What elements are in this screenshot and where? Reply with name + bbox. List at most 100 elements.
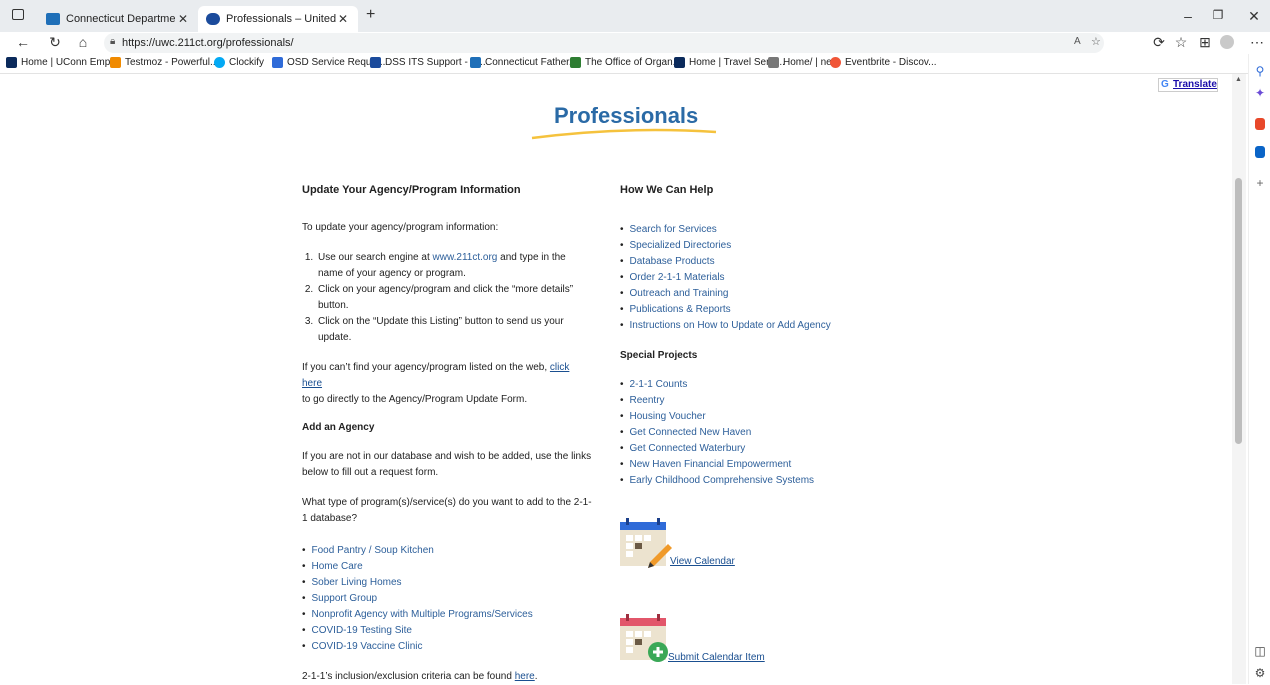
travel-icon <box>674 57 685 68</box>
translate-button[interactable]: G Translate <box>1158 78 1218 92</box>
calendar-add-icon <box>620 614 668 662</box>
help-link[interactable]: Publications & Reports <box>620 302 900 318</box>
tab-title: Professionals – United Way of Co <box>226 13 336 25</box>
help-link[interactable]: Database Products <box>620 254 900 270</box>
program-links: Food Pantry / Soup Kitchen Home Care Sob… <box>302 543 592 655</box>
close-tab-icon[interactable]: ✕ <box>176 12 190 26</box>
step-item: Click on your agency/program and click t… <box>316 282 592 314</box>
bookmark-item[interactable]: Home | UConn Emp... <box>6 57 119 68</box>
special-links: 2-1-1 Counts Reentry Housing Voucher Get… <box>620 377 900 489</box>
refresh-icon[interactable]: ↻ <box>46 34 64 51</box>
program-link[interactable]: COVID-19 Vaccine Clinic <box>302 639 592 655</box>
cant-find-text: If you can’t find your agency/program li… <box>302 362 570 405</box>
extensions-icon[interactable]: ⟳ <box>1150 34 1168 51</box>
view-calendar-block[interactable]: View Calendar <box>620 516 740 570</box>
special-link[interactable]: New Haven Financial Empowerment <box>620 457 900 473</box>
profile-avatar[interactable] <box>1220 35 1234 49</box>
close-window-icon[interactable]: ✕ <box>1244 8 1264 25</box>
osd-icon <box>272 57 283 68</box>
bookmarks-bar: Home | UConn Emp... Testmoz - Powerful..… <box>0 54 1270 74</box>
address-bar[interactable]: 🔒︎ https://uwc.211ct.org/professionals/ … <box>104 33 1104 53</box>
google-g-icon: G <box>1161 79 1169 90</box>
bookmark-item[interactable]: OSD Service Reque... <box>272 57 385 68</box>
submit-calendar-block[interactable]: Submit Calendar Item <box>620 612 780 666</box>
update-steps: Use our search engine at www.211ct.org a… <box>302 250 592 346</box>
bookmark-item[interactable]: Connecticut Father... <box>470 57 577 68</box>
bookmark-item[interactable]: Testmoz - Powerful... <box>110 57 218 68</box>
clockify-icon <box>214 57 225 68</box>
program-link[interactable]: Nonprofit Agency with Multiple Programs/… <box>302 607 592 623</box>
home-icon[interactable]: ⌂ <box>74 34 92 50</box>
criteria-text: 2-1-1’s inclusion/exclusion criteria can… <box>302 671 538 682</box>
settings-gear-icon[interactable]: ⚙ <box>1253 666 1267 680</box>
uconn-icon <box>6 57 17 68</box>
program-link[interactable]: COVID-19 Testing Site <box>302 623 592 639</box>
program-link[interactable]: Sober Living Homes <box>302 575 592 591</box>
tab-professionals[interactable]: Professionals – United Way of Co ✕ <box>198 6 358 32</box>
program-link[interactable]: Food Pantry / Soup Kitchen <box>302 543 592 559</box>
outlook-icon[interactable] <box>1255 146 1265 158</box>
program-link[interactable]: Home Care <box>302 559 592 575</box>
help-link[interactable]: Specialized Directories <box>620 238 900 254</box>
update-heading: Update Your Agency/Program Information <box>302 184 521 196</box>
add-icon[interactable]: + <box>1253 176 1267 190</box>
special-projects-heading: Special Projects <box>620 350 698 361</box>
read-aloud-icon[interactable]: A <box>1074 36 1081 47</box>
restore-icon[interactable]: ❐ <box>1208 8 1228 22</box>
collections-icon[interactable]: ⊞ <box>1196 34 1214 51</box>
bookmark-item[interactable]: Clockify <box>214 57 264 68</box>
new-tab-icon[interactable]: + <box>366 6 375 24</box>
right-column: How We Can Help Search for Services Spec… <box>620 184 900 489</box>
scrollbar[interactable]: ▲ <box>1232 74 1246 684</box>
title-swoosh <box>531 128 717 140</box>
united-way-favicon-icon <box>206 13 220 25</box>
help-link[interactable]: Search for Services <box>620 222 900 238</box>
favorite-star-icon[interactable]: ☆ <box>1091 35 1101 48</box>
nefc-icon <box>768 57 779 68</box>
testmoz-icon <box>110 57 121 68</box>
help-links: Search for Services Specialized Director… <box>620 222 900 334</box>
back-icon[interactable]: ← <box>14 34 32 50</box>
sidebar-toggle-icon[interactable]: ◫ <box>1253 644 1267 658</box>
special-link[interactable]: Get Connected Waterbury <box>620 441 900 457</box>
submit-calendar-link[interactable]: Submit Calendar Item <box>668 652 765 663</box>
browser-tab-strip: Connecticut Department of Soci ✕ Profess… <box>0 0 1270 32</box>
special-link[interactable]: Get Connected New Haven <box>620 425 900 441</box>
bookmark-item[interactable]: The Office of Organ... <box>570 57 681 68</box>
copilot-icon[interactable]: ✦ <box>1253 86 1267 100</box>
favorites-icon[interactable]: ☆ <box>1172 34 1190 51</box>
more-menu-icon[interactable]: ⋯ <box>1248 34 1266 51</box>
office-icon[interactable] <box>1255 118 1265 130</box>
help-link[interactable]: Instructions on How to Update or Add Age… <box>620 318 900 334</box>
step-item: Click on the “Update this Listing” butto… <box>316 314 592 346</box>
211ct-link[interactable]: www.211ct.org <box>433 252 498 263</box>
special-link[interactable]: Housing Voucher <box>620 409 900 425</box>
view-calendar-link[interactable]: View Calendar <box>670 556 735 567</box>
special-link[interactable]: Reentry <box>620 393 900 409</box>
scroll-up-icon[interactable]: ▲ <box>1235 76 1242 83</box>
program-link[interactable]: Support Group <box>302 591 592 607</box>
left-column: Update Your Agency/Program Information T… <box>302 184 592 685</box>
bookmark-item[interactable]: Eventbrite - Discov... <box>830 57 937 68</box>
help-link[interactable]: Outreach and Training <box>620 286 900 302</box>
scrollbar-thumb[interactable] <box>1235 178 1242 444</box>
criteria-here-link[interactable]: here <box>515 671 535 682</box>
calendar-pencil-icon <box>620 518 672 568</box>
tab-actions-icon[interactable] <box>12 9 24 20</box>
office-organ-icon <box>570 57 581 68</box>
special-link[interactable]: Early Childhood Comprehensive Systems <box>620 473 900 489</box>
close-tab-icon[interactable]: ✕ <box>336 12 350 26</box>
tab-dss[interactable]: Connecticut Department of Soci ✕ <box>38 6 198 32</box>
search-icon[interactable]: ⚲ <box>1253 64 1267 78</box>
url-text: https://uwc.211ct.org/professionals/ <box>122 37 294 49</box>
dss-favicon-icon <box>46 13 60 25</box>
lock-icon: 🔒︎ <box>110 36 116 47</box>
eventbrite-icon <box>830 57 841 68</box>
help-link[interactable]: Order 2-1-1 Materials <box>620 270 900 286</box>
minimize-icon[interactable]: – <box>1178 8 1198 24</box>
special-link[interactable]: 2-1-1 Counts <box>620 377 900 393</box>
dss-its-icon <box>370 57 381 68</box>
tab-title: Connecticut Department of Soci <box>66 13 176 25</box>
bookmark-item[interactable]: DSS ITS Support - S... <box>370 57 486 68</box>
bookmark-item[interactable]: Home/ | nefc <box>768 57 840 68</box>
